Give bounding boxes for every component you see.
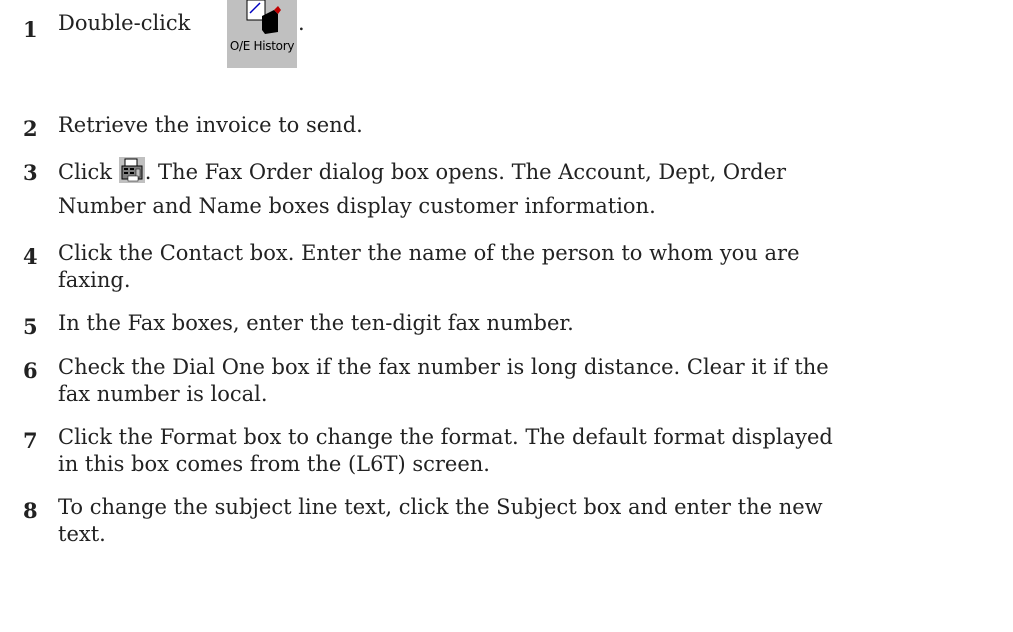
step-text: Double-click: [58, 11, 1008, 36]
step-text-line2: Number and Name boxes display customer i…: [58, 194, 656, 218]
step-text-before: Double-click: [58, 11, 191, 35]
step-text-line2: in this box comes from the (L6T) screen.: [58, 452, 490, 476]
step-number: 2: [23, 116, 38, 141]
step-number: 4: [23, 244, 38, 269]
step-text-line1: Click the Format box to change the forma…: [58, 425, 833, 449]
step-number: 8: [23, 498, 38, 523]
step-text-before: Click: [58, 160, 112, 184]
step-text-line2: faxing.: [58, 268, 131, 292]
step-text-line1: Check the Dial One box if the fax number…: [58, 355, 829, 379]
step-text-after: .: [298, 11, 305, 35]
oe-history-icon[interactable]: O/E History: [227, 0, 297, 68]
step-text-line2: fax number is local.: [58, 382, 268, 406]
step-number: 7: [23, 428, 38, 453]
step-text: In the Fax boxes, enter the ten-digit fa…: [58, 311, 574, 335]
step-text: Click . The Fax Order dialog box opens. …: [58, 157, 1008, 185]
step-number: 1: [23, 17, 38, 42]
oe-history-glyph: [246, 0, 281, 34]
step-text-line2: text.: [58, 522, 106, 546]
step-number: 5: [23, 314, 38, 339]
step-text-line1: To change the subject line text, click t…: [58, 495, 823, 519]
step-number: 3: [23, 160, 38, 185]
fax-order-icon[interactable]: [118, 157, 145, 183]
step-text-line1: Click the Contact box. Enter the name of…: [58, 241, 800, 265]
step-text: Retrieve the invoice to send.: [58, 113, 363, 137]
step-text-after: . The Fax Order dialog box opens. The Ac…: [144, 160, 787, 184]
step-number: 6: [23, 358, 38, 383]
step-1: 1 Double-click O/E History .: [0, 0, 1013, 70]
oe-history-label: O/E History: [229, 39, 295, 53]
fax-order-glyph: [121, 158, 143, 182]
